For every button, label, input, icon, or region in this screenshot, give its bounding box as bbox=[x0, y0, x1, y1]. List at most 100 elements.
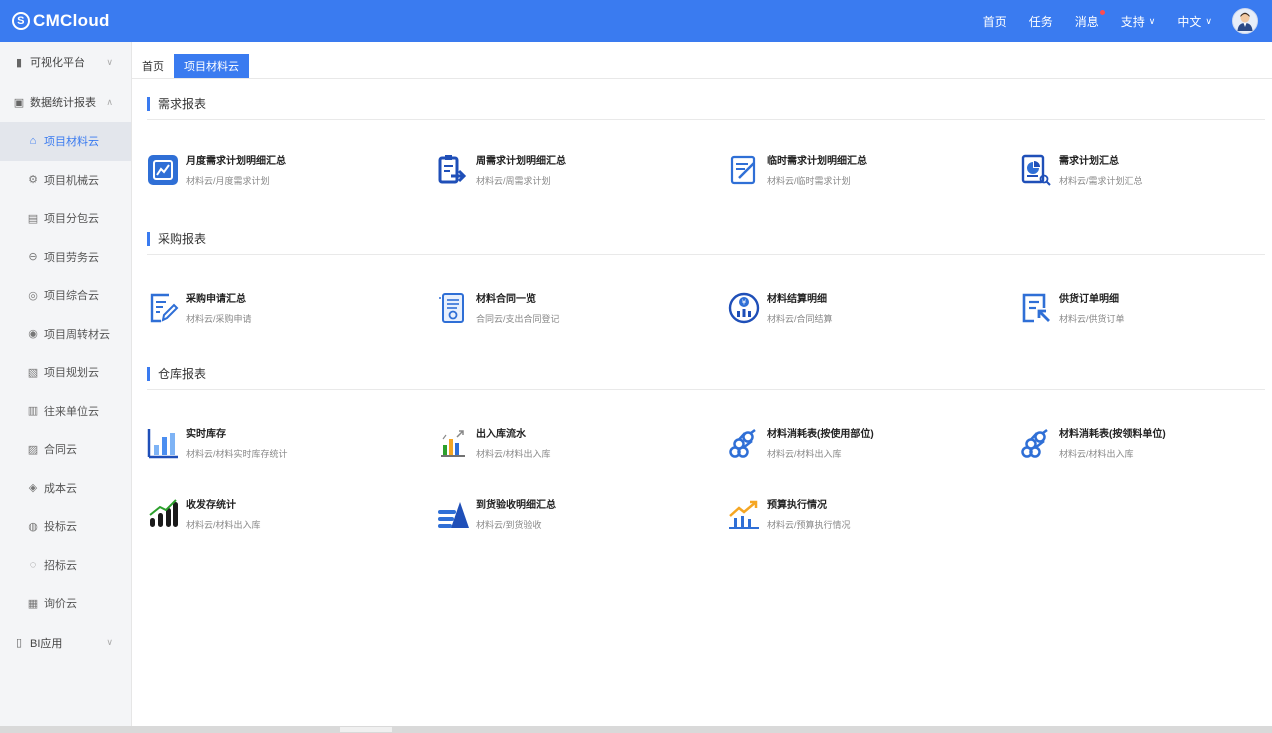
gear-icon: ⚙ bbox=[28, 174, 38, 187]
report-card-purchase-request[interactable]: 采购申请汇总 材料云/采购申请 bbox=[147, 290, 252, 325]
report-card-material-contract[interactable]: 材料合同一览合同云/支出合同登记 bbox=[437, 290, 560, 325]
cycle-icon: ◉ bbox=[28, 328, 38, 341]
report-card-consumption-by-unit[interactable]: 材料消耗表(按领料单位) 材料云/材料出入库 bbox=[1020, 425, 1166, 460]
sidebar-group-visualization[interactable]: ▮ 可视化平台 ∨ bbox=[0, 42, 131, 82]
logo-text: CMCloud bbox=[33, 11, 110, 30]
section-marker bbox=[147, 366, 150, 381]
card-subtitle: 材料云/材料出入库 bbox=[767, 449, 842, 459]
circle-icon: ◎ bbox=[28, 289, 38, 302]
sidebar-group-reports[interactable]: ▣ 数据统计报表 ∧ bbox=[0, 82, 131, 122]
card-subtitle: 材料云/月度需求计划 bbox=[186, 176, 270, 186]
section-title-demand: 需求报表 bbox=[147, 95, 206, 112]
card-title: 实时库存 bbox=[186, 429, 226, 440]
sidebar-item-machine-cloud[interactable]: ⚙ 项目机械云 bbox=[0, 161, 131, 200]
sidebar-item-subcontract-cloud[interactable]: ▤ 项目分包云 bbox=[0, 199, 131, 238]
section-divider bbox=[147, 254, 1265, 255]
card-subtitle: 材料云/预算执行情况 bbox=[767, 520, 851, 530]
sidebar-item-bid-cloud[interactable]: ◍ 投标云 bbox=[0, 507, 131, 546]
inquiry-icon: ▦ bbox=[27, 597, 39, 610]
sidebar-item-integrated-cloud[interactable]: ◎ 项目综合云 bbox=[0, 276, 131, 315]
tab-divider bbox=[132, 78, 1272, 79]
sidebar-item-planning-cloud[interactable]: ▧ 项目规划云 bbox=[0, 353, 131, 392]
section-divider bbox=[147, 389, 1265, 390]
trend-icon bbox=[729, 500, 759, 529]
report-card-demand-summary[interactable]: 需求计划汇总 材料云/需求计划汇总 bbox=[1020, 152, 1143, 187]
card-subtitle: 材料云/采购申请 bbox=[186, 314, 252, 324]
pie-search-icon bbox=[1021, 154, 1051, 186]
nav-messages[interactable]: 消息 bbox=[1075, 9, 1105, 30]
pen-doc-icon bbox=[150, 293, 179, 322]
nav-home[interactable]: 首页 bbox=[983, 13, 1007, 30]
sidebar-item-material-cloud[interactable]: ⌂ 项目材料云 bbox=[0, 122, 131, 161]
card-title: 需求计划汇总 bbox=[1059, 156, 1119, 167]
card-title: 月度需求计划明细汇总 bbox=[186, 156, 286, 167]
horizontal-scrollbar[interactable] bbox=[0, 726, 1272, 733]
card-title: 材料合同一览 bbox=[476, 294, 536, 305]
card-subtitle: 材料云/到货验收 bbox=[476, 520, 542, 530]
bar-icon: ▮ bbox=[15, 56, 23, 69]
card-title: 材料消耗表(按领料单位) bbox=[1059, 429, 1166, 440]
section-title-purchase: 采购报表 bbox=[147, 230, 206, 247]
logo-mark-icon: S bbox=[12, 12, 30, 30]
sidebar-item-contract-cloud[interactable]: ▨ 合同云 bbox=[0, 430, 131, 469]
list-triangle-icon bbox=[438, 501, 469, 528]
report-card-temp-demand[interactable]: 临时需求计划明细汇总 材料云/临时需求计划 bbox=[728, 152, 867, 187]
report-card-material-settlement[interactable]: ¥ 材料结算明细 材料云/合同结算 bbox=[728, 290, 833, 325]
card-title: 预算执行情况 bbox=[767, 500, 827, 511]
report-card-consumption-by-location[interactable]: 材料消耗表(按使用部位) 材料云/材料出入库 bbox=[728, 425, 874, 460]
report-card-arrival-acceptance[interactable]: 到货验收明细汇总 材料云/到货验收 bbox=[437, 496, 556, 531]
card-subtitle: 合同云/支出合同登记 bbox=[476, 314, 560, 324]
report-card-realtime-stock[interactable]: 实时库存 材料云/材料实时库存统计 bbox=[147, 425, 288, 460]
chevron-up-icon: ∧ bbox=[106, 96, 113, 107]
bar-chart-icon bbox=[147, 428, 178, 458]
clipboard-arrow-icon bbox=[438, 154, 467, 183]
scrollbar-thumb[interactable] bbox=[340, 727, 392, 732]
report-card-budget-execution[interactable]: 预算执行情况材料云/预算执行情况 bbox=[728, 496, 851, 531]
sidebar-item-inquiry-cloud[interactable]: ▦ 询价云 bbox=[0, 584, 131, 623]
chevron-down-icon: ∨ bbox=[106, 637, 113, 647]
user-avatar-icon bbox=[1237, 12, 1253, 31]
report-card-receive-issue-stock[interactable]: 收发存统计 材料云/材料出入库 bbox=[147, 496, 261, 531]
flow-chart-icon bbox=[441, 429, 465, 457]
worker-icon: ⊖ bbox=[28, 251, 38, 264]
nav-tasks[interactable]: 任务 bbox=[1029, 13, 1053, 30]
section-title-warehouse: 仓库报表 bbox=[147, 365, 206, 382]
sidebar-item-partner-cloud[interactable]: ▥ 往来单位云 bbox=[0, 392, 131, 431]
report-card-inout-flow[interactable]: 出入库流水 材料云/材料出入库 bbox=[437, 425, 551, 460]
chevron-down-icon: ∨ bbox=[1148, 15, 1156, 26]
tab-bar: 首页 项目材料云 bbox=[132, 54, 249, 78]
card-subtitle: 材料云/临时需求计划 bbox=[767, 176, 851, 186]
card-title: 收发存统计 bbox=[186, 500, 236, 511]
section-marker bbox=[147, 96, 150, 111]
card-subtitle: 材料云/供货订单 bbox=[1059, 314, 1125, 324]
sidebar-item-cost-cloud[interactable]: ◈ 成本云 bbox=[0, 469, 131, 508]
building-icon: ⌂ bbox=[29, 135, 37, 148]
card-title: 材料结算明细 bbox=[767, 294, 827, 305]
sidebar-item-tender-cloud[interactable]: ◌ 招标云 bbox=[0, 546, 131, 585]
sidebar-item-labor-cloud[interactable]: ⊖ 项目劳务云 bbox=[0, 238, 131, 277]
card-title: 到货验收明细汇总 bbox=[476, 500, 556, 511]
tab-material-cloud[interactable]: 项目材料云 bbox=[174, 54, 249, 78]
nav-language[interactable]: 中文 ∨ bbox=[1177, 13, 1212, 30]
nav-support[interactable]: 支持 ∨ bbox=[1121, 13, 1156, 30]
chevron-down-icon: ∨ bbox=[106, 56, 113, 67]
sidebar-group-bi[interactable]: ▯ BI应用 ∨ bbox=[0, 623, 131, 663]
edit-doc-icon bbox=[730, 155, 756, 184]
top-nav: 首页 任务 消息 支持 ∨ 中文 ∨ bbox=[961, 0, 1258, 42]
card-subtitle: 材料云/材料出入库 bbox=[1059, 449, 1134, 459]
card-subtitle: 材料云/周需求计划 bbox=[476, 176, 551, 186]
document-icon: ▯ bbox=[15, 637, 23, 649]
tab-home[interactable]: 首页 bbox=[132, 54, 174, 78]
tender-icon: ◌ bbox=[29, 558, 37, 571]
avatar[interactable] bbox=[1232, 8, 1258, 34]
sidebar-item-turnover-cloud[interactable]: ◉ 项目周转材云 bbox=[0, 315, 131, 354]
contract-icon: ▨ bbox=[27, 443, 39, 456]
plan-icon: ▧ bbox=[27, 366, 39, 379]
chevron-down-icon: ∨ bbox=[1205, 15, 1212, 26]
report-card-monthly-demand[interactable]: 月度需求计划明细汇总 材料云/月度需求计划 bbox=[147, 152, 286, 187]
report-card-weekly-demand[interactable]: 周需求计划明细汇总 材料云/周需求计划 bbox=[437, 152, 566, 187]
top-bar: S CMCloud 首页 任务 消息 支持 ∨ 中文 ∨ bbox=[0, 0, 1272, 42]
logo[interactable]: S CMCloud bbox=[12, 11, 110, 31]
report-card-supply-order[interactable]: 供货订单明细 材料云/供货订单 bbox=[1020, 290, 1125, 325]
pipes-icon bbox=[1021, 428, 1048, 458]
